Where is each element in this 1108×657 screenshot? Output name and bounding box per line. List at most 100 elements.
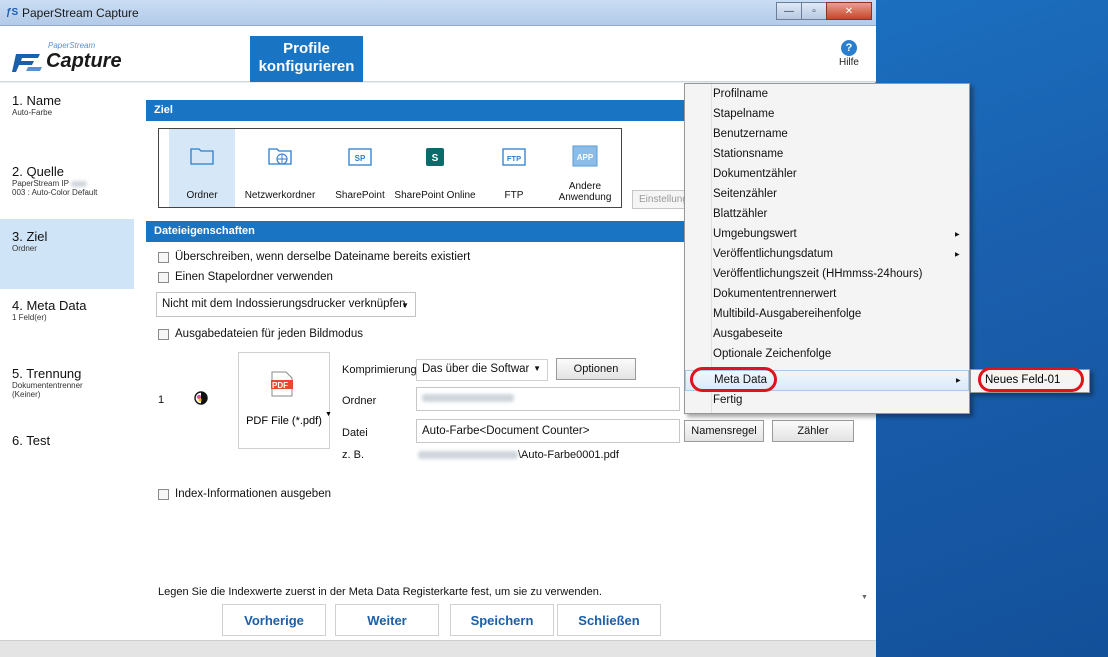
imprinter-dropdown[interactable]: Nicht mit dem Indossierungsdrucker verkn… [156,292,416,317]
menu-item-stationsname[interactable]: Stationsname [685,145,969,165]
sharepoint-icon: SP [348,148,372,166]
checkbox-box[interactable] [158,488,169,500]
meta-data-submenu: Neues Feld-01 [970,369,1090,393]
help-icon: ? [841,40,857,56]
insert-field-context-menu: Profilname Stapelname Benutzername Stati… [684,83,970,414]
nav-step-sub: 1 Feld(er) [12,313,47,322]
menu-item-veroeffentlichungszeit[interactable]: Veröffentlichungszeit (HHmmss-24hours) [685,265,969,285]
nav-step-label: 6. Test [12,433,51,448]
nav-step-ziel[interactable]: 3. Ziel Ordner [0,219,134,289]
menu-item-ausgabeseite[interactable]: Ausgabeseite [685,325,969,345]
menu-item-seitenzaehler[interactable]: Seitenzähler [685,185,969,205]
logo-text-small: PaperStream [48,41,96,50]
app-icon: ƒS [6,7,19,18]
app-icon: APP [572,145,598,167]
overwrite-checkbox[interactable]: Überschreiben, wenn derselbe Dateiname b… [158,251,470,263]
counter-button[interactable]: Zähler [772,420,854,442]
nav-step-test[interactable]: 6. Test [0,423,134,493]
folder-label: Ordner [342,395,377,407]
options-button[interactable]: Optionen [556,358,636,380]
chevron-down-icon: ▼ [325,411,332,418]
menu-item-dokumententrennerwert[interactable]: Dokumententrennerwert [685,285,969,305]
checkbox-box[interactable] [158,271,169,283]
menu-item-umgebungswert[interactable]: Umgebungswert ▶ [685,225,969,245]
destination-netzwerkordner[interactable]: Netzwerkordner [237,129,323,207]
nav-step-label: 5. Trennung [12,366,82,381]
file-label: Datei [342,427,368,439]
file-format-label: PDF File (*.pdf) [246,415,322,427]
next-button[interactable]: Weiter [335,604,439,636]
nav-step-trennung[interactable]: 5. Trennung Dokumententrenner (Keiner) [0,356,134,426]
row-index: 1 [158,394,165,406]
ftp-icon: FTP [502,148,526,166]
nav-step-name[interactable]: 1. Name Auto-Farbe [0,83,134,153]
compression-dropdown[interactable]: Das über die Software ▼ [416,359,548,381]
nav-step-sub2: (Keiner) [12,390,41,399]
destination-label: Netzwerkordner [244,190,316,201]
destination-sharepoint-online[interactable]: S SharePoint Online [393,129,477,207]
nav-step-label: 2. Quelle [12,164,65,179]
menu-item-multibild-ausgabereihenfolge[interactable]: Multibild-Ausgabereihenfolge [685,305,969,325]
destination-settings-button[interactable]: Einstellungen [632,190,692,209]
pdf-badge-label: PDF [272,381,288,390]
example-path: \Auto-Farbe0001.pdf [418,449,619,461]
help-button[interactable]: ? Hilfe [834,40,864,68]
nav-step-label: 1. Name [12,93,62,108]
menu-item-dokumentzaehler[interactable]: Dokumentzähler [685,165,969,185]
menu-item-meta-data[interactable]: Meta Data ▶ [685,370,969,391]
menu-item-profilname[interactable]: Profilname [685,85,969,105]
example-label: z. B. [342,449,365,461]
close-window-button[interactable]: ✕ [826,2,872,20]
menu-item-stapelname[interactable]: Stapelname [685,105,969,125]
per-mode-checkbox[interactable]: Ausgabedateien für jeden Bildmodus [158,328,363,340]
svg-text:S: S [432,153,439,164]
save-button[interactable]: Speichern [450,604,554,636]
file-format-selector[interactable]: PDF PDF File (*.pdf) ▼ [238,352,332,449]
checkbox-box[interactable] [158,328,169,340]
naming-rule-button[interactable]: Namensregel [684,420,764,442]
destination-sharepoint[interactable]: SP SharePoint [325,129,395,207]
network-folder-icon [268,148,292,165]
nav-step-meta-data[interactable]: 4. Meta Data 1 Feld(er) [0,288,134,358]
nav-step-quelle[interactable]: 2. Quelle PaperStream IP 003 : Auto-Colo… [0,152,134,222]
destination-label: Ordner [186,190,218,201]
menu-item-optionale-zeichenfolge[interactable]: Optionale Zeichenfolge [685,345,969,365]
destination-label: Andere Anwendung [558,181,612,203]
submenu-arrow-icon: ▶ [955,232,960,238]
nav-step-sub: PaperStream IP [12,179,134,188]
help-label: Hilfe [838,57,859,68]
destination-label: SharePoint [335,190,385,201]
scroll-down-icon[interactable]: ▼ [861,594,868,601]
nav-step-sub: Ordner [12,244,37,253]
previous-button[interactable]: Vorherige [222,604,326,636]
destination-andere-anwendung[interactable]: APP Andere Anwendung [549,129,621,207]
nav-step-sub2: 003 : Auto-Color Default [12,188,98,197]
checkbox-label: Einen Stapelordner verwenden [175,271,333,283]
footer-note: Legen Sie die Indexwerte zuerst in der M… [158,586,602,598]
file-name-field[interactable]: Auto-Farbe<Document Counter> [416,419,680,443]
close-button[interactable]: Schließen [557,604,661,636]
menu-item-fertig[interactable]: Fertig [685,391,969,411]
sharepoint-online-icon: S [426,148,444,166]
maximize-button[interactable]: ▫ [801,2,827,20]
dropdown-value: Das über die Software [422,363,536,375]
submenu-arrow-icon: ▶ [955,252,960,258]
index-info-checkbox[interactable]: Index-Informationen ausgeben [158,488,331,500]
submenu-arrow-icon: ▶ [956,378,961,384]
destination-ftp[interactable]: FTP FTP [483,129,545,207]
action-bar: Vorherige Weiter Speichern Schließen [134,604,876,640]
chevron-down-icon: ▼ [401,301,409,310]
minimize-button[interactable]: — [776,2,802,20]
menu-item-veroeffentlichungsdatum[interactable]: Veröffentlichungsdatum ▶ [685,245,969,265]
nav-step-sub: Dokumententrenner [12,381,83,390]
checkbox-box[interactable] [158,251,169,263]
folder-path-field[interactable] [416,387,680,411]
dropdown-value: Nicht mit dem Indossierungsdrucker verkn… [162,298,406,310]
destination-selector: Ordner Netzwerkordner SP SharePoint S Sh… [158,128,622,208]
destination-ordner[interactable]: Ordner [169,129,235,207]
batch-folder-checkbox[interactable]: Einen Stapelordner verwenden [158,271,333,283]
submenu-item-neues-feld[interactable]: Neues Feld-01 [979,372,1085,390]
menu-item-benutzername[interactable]: Benutzername [685,125,969,145]
menu-item-blattzaehler[interactable]: Blattzähler [685,205,969,225]
page-title: Profile konfigurieren [250,36,363,82]
